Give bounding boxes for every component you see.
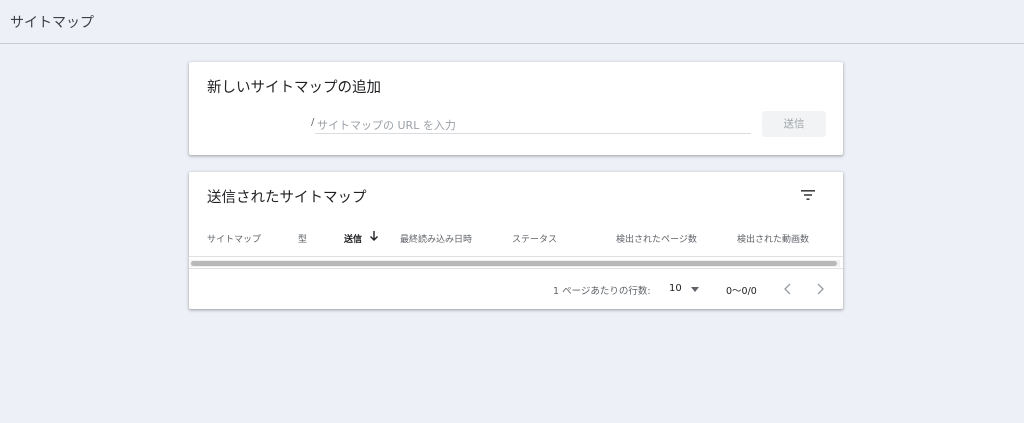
pagination-range: 0〜0/0 [726,286,757,297]
submitted-sitemaps-title: 送信されたサイトマップ [207,190,367,206]
column-header-submitted[interactable]: 送信 [344,232,362,245]
column-header-videos-found[interactable]: 検出された動画数 [737,232,809,245]
footer-divider [189,268,843,269]
sitemap-url-input[interactable] [315,116,751,134]
column-header-type[interactable]: 型 [298,232,307,245]
chevron-right-icon[interactable] [814,282,826,296]
add-sitemap-card: 新しいサイトマップの追加 / 送信 [189,62,843,155]
url-prefix: / [311,117,315,128]
table-divider [189,256,843,257]
rows-per-page-select[interactable]: 10 [667,280,703,298]
column-header-pages-found[interactable]: 検出されたページ数 [616,232,697,245]
submitted-sitemaps-card: 送信されたサイトマップ サイトマップ 型 送信 最終読み込み日時 ステータス 検… [189,172,843,309]
add-sitemap-title: 新しいサイトマップの追加 [207,80,381,96]
horizontal-scrollbar-thumb[interactable] [191,261,837,266]
filter-icon[interactable] [800,189,816,201]
rows-per-page-label: 1 ページあたりの行数: [553,286,651,297]
submit-button[interactable]: 送信 [762,111,826,137]
rows-per-page-value: 10 [669,283,682,294]
column-header-last-read[interactable]: 最終読み込み日時 [400,232,472,245]
page-title: サイトマップ [10,15,94,31]
top-bar: サイトマップ [0,0,1024,44]
chevron-left-icon[interactable] [782,282,794,296]
column-header-sitemap[interactable]: サイトマップ [207,232,261,245]
sort-descending-icon[interactable] [369,230,379,242]
column-header-status[interactable]: ステータス [512,232,557,245]
dropdown-caret-icon [691,287,699,292]
